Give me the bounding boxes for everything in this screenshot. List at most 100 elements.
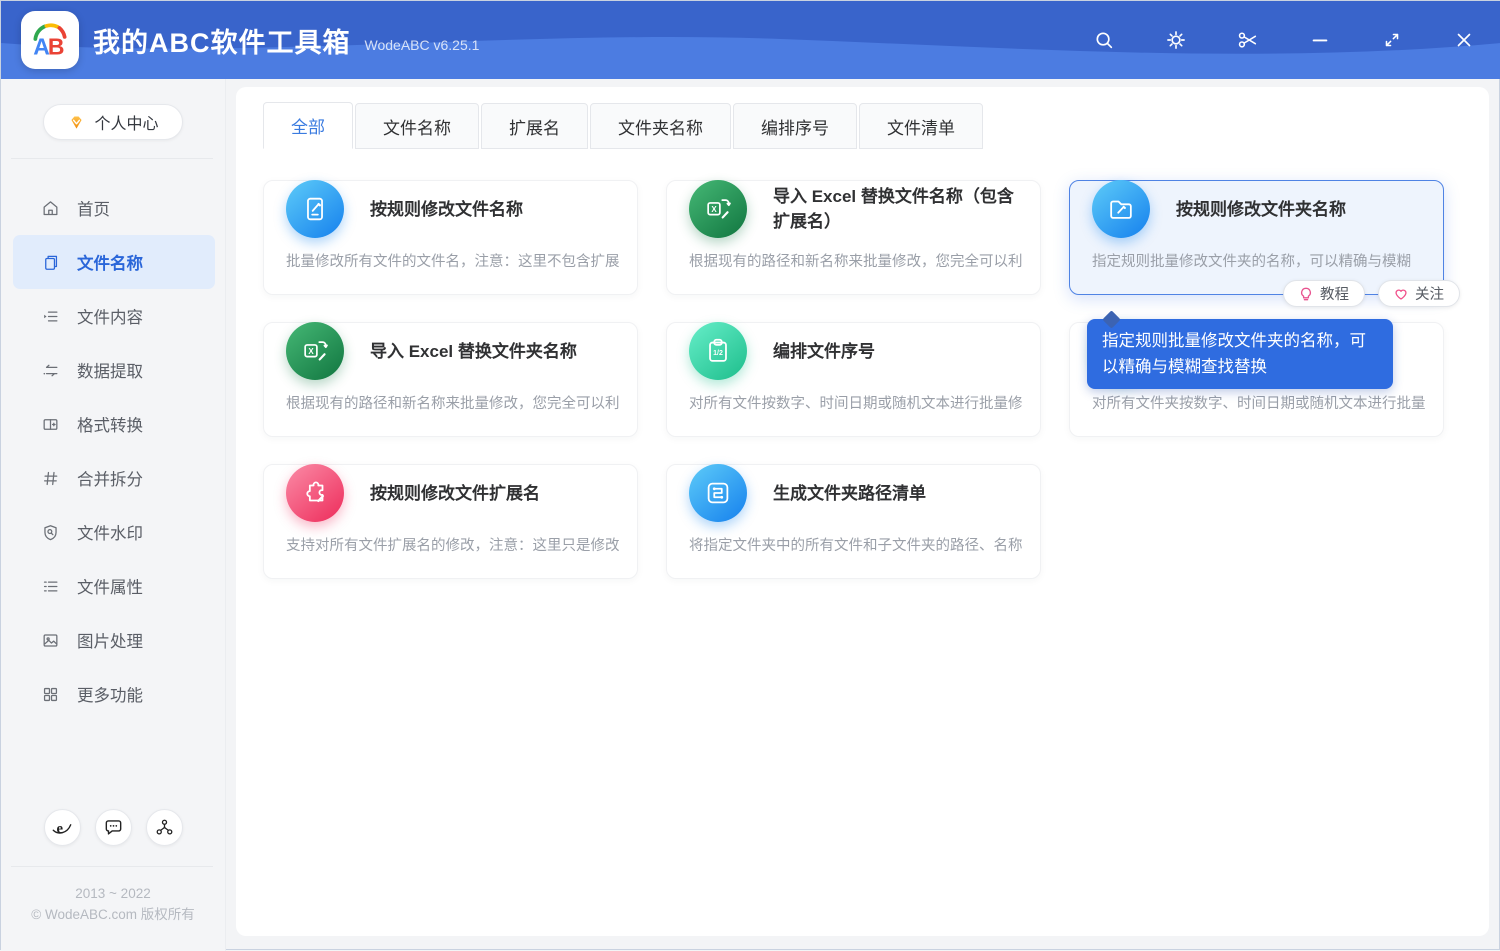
- clipboard-number-icon: 1/2: [689, 322, 747, 380]
- sidebar-item-label: 更多功能: [77, 687, 143, 705]
- card-title: 编排文件序号: [773, 341, 875, 361]
- app-title: 我的ABC软件工具箱: [93, 27, 351, 58]
- sidebar-item-format-convert[interactable]: 格式转换: [13, 397, 215, 451]
- file-attributes-icon: [43, 581, 58, 591]
- app-logo-icon: A B: [33, 23, 67, 60]
- watermark-icon: [44, 524, 57, 540]
- sidebar-item-image-process[interactable]: 图片处理: [13, 613, 215, 667]
- sidebar-item-label: 文件水印: [77, 525, 143, 543]
- merge-split-icon: [44, 471, 58, 485]
- puzzle-edit-icon: [286, 464, 344, 522]
- card-folder-path-list[interactable]: 生成文件夹路径清单 将指定文件夹中的所有文件和子文件夹的路径、名称: [666, 464, 1041, 579]
- excel-replace-icon: X: [689, 180, 747, 238]
- card-title: 按规则修改文件扩展名: [370, 483, 540, 503]
- card-description: 批量修改所有文件的文件名，注意：这里不包含扩展: [286, 254, 620, 270]
- settings-gear-icon[interactable]: [1165, 29, 1187, 51]
- title-bar: A B 我的ABC软件工具箱 WodeABC v6.25.1: [1, 1, 1500, 79]
- chat-button[interactable]: [94, 809, 132, 846]
- app-logo: A B: [21, 11, 79, 69]
- card-title: 导入 Excel 替换文件夹名称: [370, 341, 577, 361]
- svg-text:e: e: [57, 821, 64, 837]
- tab-file-name[interactable]: 文件名称: [355, 103, 479, 149]
- sidebar-item-label: 文件内容: [77, 309, 143, 327]
- copyright-text: © WodeABC.com 版权所有: [31, 907, 195, 922]
- file-content-icon: [44, 311, 58, 321]
- chat-bubble-icon: [105, 820, 121, 835]
- sidebar-item-watermark[interactable]: 文件水印: [13, 505, 215, 559]
- sidebar-item-label: 文件名称: [77, 255, 143, 273]
- tooltip: 指定规则批量修改文件夹的名称，可以精确与模糊查找替换: [1087, 319, 1393, 389]
- close-icon[interactable]: [1453, 29, 1475, 51]
- sidebar-item-merge-split[interactable]: 合并拆分: [13, 451, 215, 505]
- card-title: 按规则修改文件夹名称: [1176, 199, 1346, 219]
- edit-document-icon: [286, 180, 344, 238]
- tutorial-label: 教程: [1320, 287, 1349, 303]
- card-description: 指定规则批量修改文件夹的名称，可以精确与模糊: [1092, 254, 1411, 270]
- image-process-icon: [43, 633, 58, 647]
- follow-button[interactable]: 关注: [1378, 280, 1460, 307]
- sidebar: 个人中心 首页 文件名称 文件内容 数据提取 格式转换 合并拆分 文件水印 文件…: [1, 79, 226, 951]
- ie-browser-button[interactable]: e: [43, 809, 81, 846]
- card-rename-extensions[interactable]: 按规则修改文件扩展名 支持对所有文件扩展名的修改，注意：这里只是修改: [263, 464, 638, 579]
- route-list-icon: [689, 464, 747, 522]
- sidebar-item-label: 合并拆分: [77, 471, 143, 489]
- card-title: 导入 Excel 替换文件名称（包含扩展名）: [773, 187, 1014, 231]
- sidebar-footer: e 2013 ~ 2022 © WodeABC.com 版权所有: [1, 809, 225, 951]
- sidebar-item-file-name[interactable]: 文件名称: [13, 235, 215, 289]
- copyright-years: 2013 ~ 2022: [75, 886, 151, 901]
- folder-edit-icon: [1092, 180, 1150, 238]
- card-excel-rename-files[interactable]: X 导入 Excel 替换文件名称（包含扩展名） 根据现有的路径和新名称来批量修…: [666, 180, 1041, 295]
- sidebar-menu: 首页 文件名称 文件内容 数据提取 格式转换 合并拆分 文件水印 文件属性 图片…: [1, 171, 225, 721]
- sidebar-item-file-attributes[interactable]: 文件属性: [13, 559, 215, 613]
- card-excel-rename-folders[interactable]: X 导入 Excel 替换文件夹名称 根据现有的路径和新名称来批量修改，您完全可…: [263, 322, 638, 437]
- home-icon: [43, 200, 58, 215]
- card-title: 按规则修改文件名称: [370, 199, 523, 219]
- card-rename-files[interactable]: 按规则修改文件名称 批量修改所有文件的文件名，注意：这里不包含扩展: [263, 180, 638, 295]
- category-tabs: 全部 文件名称 扩展名 文件夹名称 编排序号 文件清单: [263, 102, 1489, 149]
- scissors-icon[interactable]: [1237, 29, 1259, 51]
- app-version: WodeABC v6.25.1: [364, 37, 480, 53]
- card-description: 支持对所有文件扩展名的修改，注意：这里只是修改: [286, 538, 620, 554]
- sidebar-item-label: 格式转换: [77, 417, 143, 435]
- tab-file-list[interactable]: 文件清单: [859, 103, 983, 149]
- tab-sequence[interactable]: 编排序号: [733, 103, 857, 149]
- data-extract-icon: [43, 364, 58, 376]
- share-network-icon: [156, 819, 172, 835]
- minimize-icon[interactable]: [1309, 29, 1331, 51]
- footer-divider: [11, 866, 213, 867]
- resize-icon[interactable]: [1381, 29, 1403, 51]
- sidebar-item-label: 图片处理: [77, 633, 143, 651]
- tab-folder-name[interactable]: 文件夹名称: [590, 103, 731, 149]
- heart-icon: [1395, 289, 1407, 300]
- svg-text:X: X: [711, 205, 717, 214]
- sidebar-item-label: 数据提取: [77, 363, 143, 381]
- card-description: 对所有文件按数字、时间日期或随机文本进行批量修: [689, 396, 1023, 412]
- tooltip-text: 指定规则批量修改文件夹的名称，可以精确与模糊查找替换: [1102, 332, 1366, 376]
- card-number-files[interactable]: 1/2 编排文件序号 对所有文件按数字、时间日期或随机文本进行批量修: [666, 322, 1041, 437]
- vip-diamond-icon: [71, 115, 83, 129]
- share-button[interactable]: [145, 809, 183, 846]
- profile-center-button[interactable]: 个人中心: [43, 104, 183, 140]
- sidebar-item-data-extract[interactable]: 数据提取: [13, 343, 215, 397]
- card-description: 根据现有的路径和新名称来批量修改，您完全可以利: [286, 396, 620, 412]
- sidebar-item-file-content[interactable]: 文件内容: [13, 289, 215, 343]
- sidebar-divider: [11, 158, 213, 159]
- svg-text:X: X: [308, 347, 314, 356]
- tab-extension[interactable]: 扩展名: [481, 103, 588, 149]
- card-description: 将指定文件夹中的所有文件和子文件夹的路径、名称: [689, 538, 1023, 554]
- file-name-icon: [45, 255, 58, 270]
- format-convert-icon: [43, 418, 58, 430]
- more-grid-icon: [43, 687, 58, 701]
- card-rename-folders[interactable]: 按规则修改文件夹名称 指定规则批量修改文件夹的名称，可以精确与模糊 教程 关注: [1069, 180, 1460, 307]
- card-title: 生成文件夹路径清单: [773, 483, 926, 503]
- svg-text:1/2: 1/2: [713, 350, 723, 357]
- tutorial-button[interactable]: 教程: [1283, 280, 1365, 307]
- excel-replace-icon: X: [286, 322, 344, 380]
- main-panel: 全部 文件名称 扩展名 文件夹名称 编排序号 文件清单 按规则修改文件名称 批量…: [236, 87, 1489, 936]
- sidebar-item-label: 首页: [77, 201, 110, 219]
- tab-all[interactable]: 全部: [263, 102, 353, 149]
- sidebar-item-home[interactable]: 首页: [13, 181, 215, 235]
- search-icon[interactable]: [1093, 29, 1115, 51]
- sidebar-item-more[interactable]: 更多功能: [13, 667, 215, 721]
- lightbulb-icon: [1301, 287, 1311, 300]
